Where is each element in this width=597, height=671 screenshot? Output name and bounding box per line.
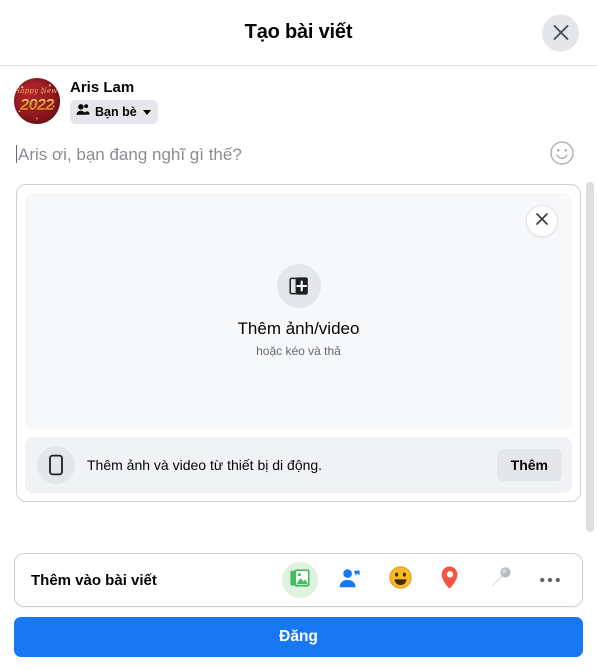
mobile-upload-row: Thêm ảnh và video từ thiết bị di động. T… bbox=[25, 437, 572, 493]
location-pin-icon bbox=[439, 565, 461, 595]
privacy-label: Bạn bè bbox=[95, 105, 137, 119]
mobile-upload-text: Thêm ảnh và video từ thiết bị di động. bbox=[87, 457, 323, 473]
add-photo-video-icon bbox=[276, 263, 321, 308]
remove-media-button[interactable] bbox=[526, 205, 558, 237]
tag-people-button[interactable] bbox=[332, 562, 368, 598]
close-icon bbox=[535, 212, 549, 231]
author-row: Happy New Year 2022 Aris Lam Bạn bè bbox=[0, 66, 597, 130]
create-post-dialog: Tạo bài viết Happy New Year 2022 Aris La… bbox=[0, 0, 597, 671]
feeling-activity-button[interactable] bbox=[382, 562, 418, 598]
composer: Aris ơi, bạn đang nghĩ gì thế? bbox=[0, 130, 597, 172]
avatar-greeting-text: Happy New Year bbox=[14, 87, 60, 95]
live-video-button[interactable] bbox=[482, 562, 518, 598]
post-text-input[interactable]: Aris ơi, bạn đang nghĩ gì thế? bbox=[16, 134, 581, 172]
photo-video-icon bbox=[288, 566, 312, 595]
media-scroll-area: Thêm ảnh/video hoặc kéo và thả Thêm ảnh … bbox=[0, 172, 597, 545]
mobile-add-button[interactable]: Thêm bbox=[496, 449, 562, 481]
add-to-post-bar: Thêm vào bài viết bbox=[14, 553, 583, 607]
media-card: Thêm ảnh/video hoặc kéo và thả Thêm ảnh … bbox=[16, 184, 581, 502]
check-in-button[interactable] bbox=[432, 562, 468, 598]
author-meta: Aris Lam Bạn bè bbox=[70, 78, 158, 124]
add-to-post-actions bbox=[282, 562, 568, 598]
media-scrollbar-thumb[interactable] bbox=[586, 182, 594, 532]
more-options-icon bbox=[539, 571, 561, 589]
post-text-placeholder: Aris ơi, bạn đang nghĩ gì thế? bbox=[18, 145, 242, 164]
more-options-button[interactable] bbox=[532, 562, 568, 598]
friends-icon bbox=[76, 103, 90, 121]
emoji-picker-button[interactable] bbox=[549, 140, 575, 166]
media-dropzone[interactable]: Thêm ảnh/video hoặc kéo và thả bbox=[25, 193, 572, 429]
privacy-selector[interactable]: Bạn bè bbox=[70, 100, 158, 124]
author-name: Aris Lam bbox=[70, 79, 135, 96]
submit-post-button[interactable]: Đăng bbox=[14, 617, 583, 657]
microphone-icon bbox=[488, 565, 513, 595]
dialog-header: Tạo bài viết bbox=[0, 0, 597, 66]
feeling-activity-icon bbox=[388, 565, 413, 595]
dropzone-title: Thêm ảnh/video bbox=[237, 318, 360, 338]
page-title: Tạo bài viết bbox=[244, 21, 353, 43]
emoji-smiley-icon bbox=[549, 141, 575, 170]
avatar[interactable]: Happy New Year 2022 bbox=[14, 78, 60, 124]
text-cursor bbox=[16, 145, 17, 163]
tag-people-icon bbox=[338, 566, 362, 595]
add-photo-video-button[interactable] bbox=[282, 562, 318, 598]
dialog-footer: Thêm vào bài viết Đăng bbox=[0, 545, 597, 671]
mobile-phone-icon bbox=[37, 446, 75, 484]
close-icon bbox=[552, 24, 570, 42]
chevron-down-icon bbox=[142, 109, 151, 115]
add-to-post-label: Thêm vào bài viết bbox=[31, 571, 157, 589]
close-dialog-button[interactable] bbox=[542, 14, 579, 51]
avatar-year-text: 2022 bbox=[14, 97, 60, 115]
media-scrollbar[interactable] bbox=[586, 172, 594, 545]
dropzone-subtitle: hoặc kéo và thả bbox=[256, 343, 341, 358]
